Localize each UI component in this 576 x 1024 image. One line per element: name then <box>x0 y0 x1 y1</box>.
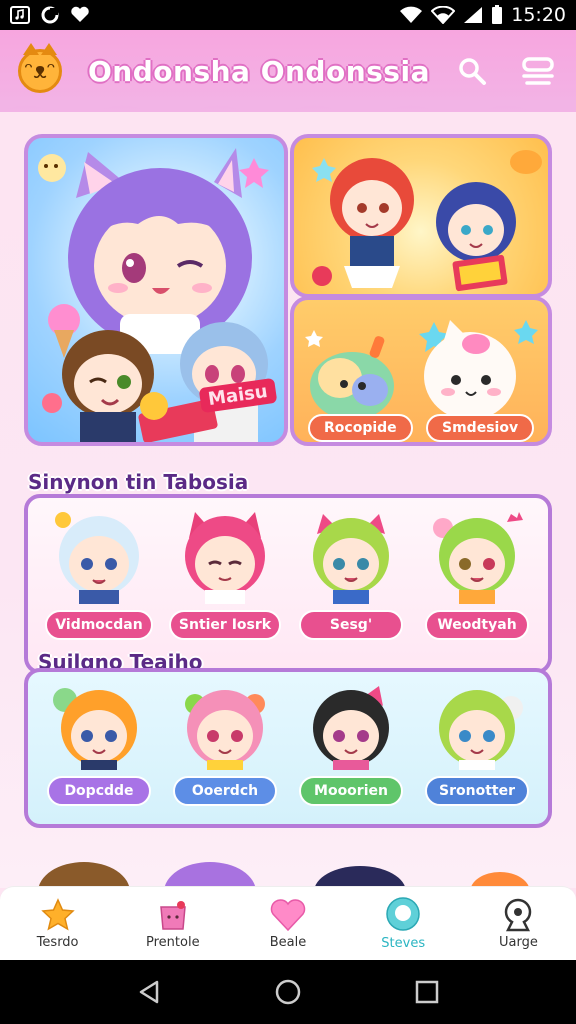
character-panel-1: Vidmocdan Sntier Iosrk Sesg' Weodtyah <box>24 494 552 674</box>
character-label: Vidmocdan <box>45 610 153 640</box>
duo-artwork <box>312 150 542 292</box>
featured-banner[interactable]: Maisu <box>24 134 288 446</box>
character-label: Mooorien <box>299 776 403 806</box>
character-card[interactable]: Vidmocdan <box>41 508 157 670</box>
smdesiov-button[interactable]: Smdesiov <box>426 414 535 442</box>
nav-item-steves[interactable]: Steves <box>346 887 461 960</box>
character-card[interactable]: Dopcdde <box>41 684 157 824</box>
nav-label: Tesrdo <box>36 935 79 950</box>
recents-icon[interactable] <box>413 978 441 1006</box>
character-card[interactable]: Weodtyah <box>419 508 535 670</box>
status-bar: 15:20 <box>0 0 576 30</box>
bottom-navigation: Tesrdo Prentole Beale Steves Uarge <box>0 886 576 960</box>
user-icon <box>505 898 532 932</box>
character-avatar <box>313 686 389 770</box>
signal-icon <box>464 7 483 23</box>
nav-item-prentole[interactable]: Prentole <box>115 887 230 960</box>
character-card[interactable]: Sntier Iosrk <box>167 508 283 670</box>
duo-banner[interactable] <box>290 134 552 298</box>
menu-button[interactable] <box>518 51 558 91</box>
app-logo[interactable]: ᵔᴥᵔ <box>18 43 62 93</box>
character-avatar <box>185 512 265 604</box>
character-card[interactable]: Sronotter <box>419 684 535 824</box>
main-content: Maisu Rocopide Smdesiov Sinynon tin Tabo… <box>0 112 576 892</box>
nav-label: Beale <box>269 935 307 950</box>
chat-icon <box>386 897 420 931</box>
character-panel-2: Dopcdde Ooerdch Mooorien Sronotter <box>24 668 552 828</box>
character-avatar <box>433 512 523 604</box>
character-avatar <box>55 512 139 604</box>
nav-item-tesrdo[interactable]: Tesrdo <box>0 887 115 960</box>
character-card[interactable]: Ooerdch <box>167 684 283 824</box>
nav-label: Prentole <box>146 935 200 950</box>
rocopide-button[interactable]: Rocopide <box>308 414 413 442</box>
back-icon[interactable] <box>135 978 163 1006</box>
battery-icon <box>492 5 503 24</box>
character-card[interactable]: Mooorien <box>293 684 409 824</box>
sync-icon <box>41 6 59 24</box>
menu-icon <box>522 57 554 85</box>
nav-label: Steves <box>381 936 426 951</box>
wifi-icon <box>400 6 423 23</box>
character-avatar <box>313 514 389 604</box>
character-card[interactable]: Sesg' <box>293 508 409 670</box>
search-icon <box>459 58 486 85</box>
character-avatar <box>185 690 265 770</box>
nav-item-beale[interactable]: Beale <box>230 887 345 960</box>
app-title: Ondonsha Ondonssia <box>88 54 430 88</box>
heart-status-icon <box>71 6 89 22</box>
system-navigation-bar <box>0 960 576 1024</box>
character-avatar <box>439 690 523 770</box>
nav-item-uarge[interactable]: Uarge <box>461 887 576 960</box>
star-icon <box>40 898 75 931</box>
wifi-alt-icon <box>431 6 456 24</box>
status-time: 15:20 <box>511 4 566 26</box>
heart-icon <box>270 899 306 932</box>
mascot-banner[interactable]: Rocopide Smdesiov <box>290 296 552 446</box>
character-label: Ooerdch <box>173 776 277 806</box>
character-label: Weodtyah <box>425 610 529 640</box>
character-avatar <box>53 688 137 770</box>
character-label: Sronotter <box>425 776 529 806</box>
character-label: Dopcdde <box>47 776 151 806</box>
cat-face-icon: ᵔᴥᵔ <box>24 59 56 84</box>
bag-icon <box>159 901 186 930</box>
section-title-1: Sinynon tin Tabosia <box>28 470 249 494</box>
search-button[interactable] <box>452 51 492 91</box>
nav-label: Uarge <box>498 935 538 950</box>
app-header: ᵔᴥᵔ Ondonsha Ondonssia <box>0 30 576 117</box>
character-label: Sntier Iosrk <box>168 610 282 640</box>
character-label: Sesg' <box>299 610 403 640</box>
home-icon[interactable] <box>274 978 302 1006</box>
music-app-icon <box>10 6 30 24</box>
